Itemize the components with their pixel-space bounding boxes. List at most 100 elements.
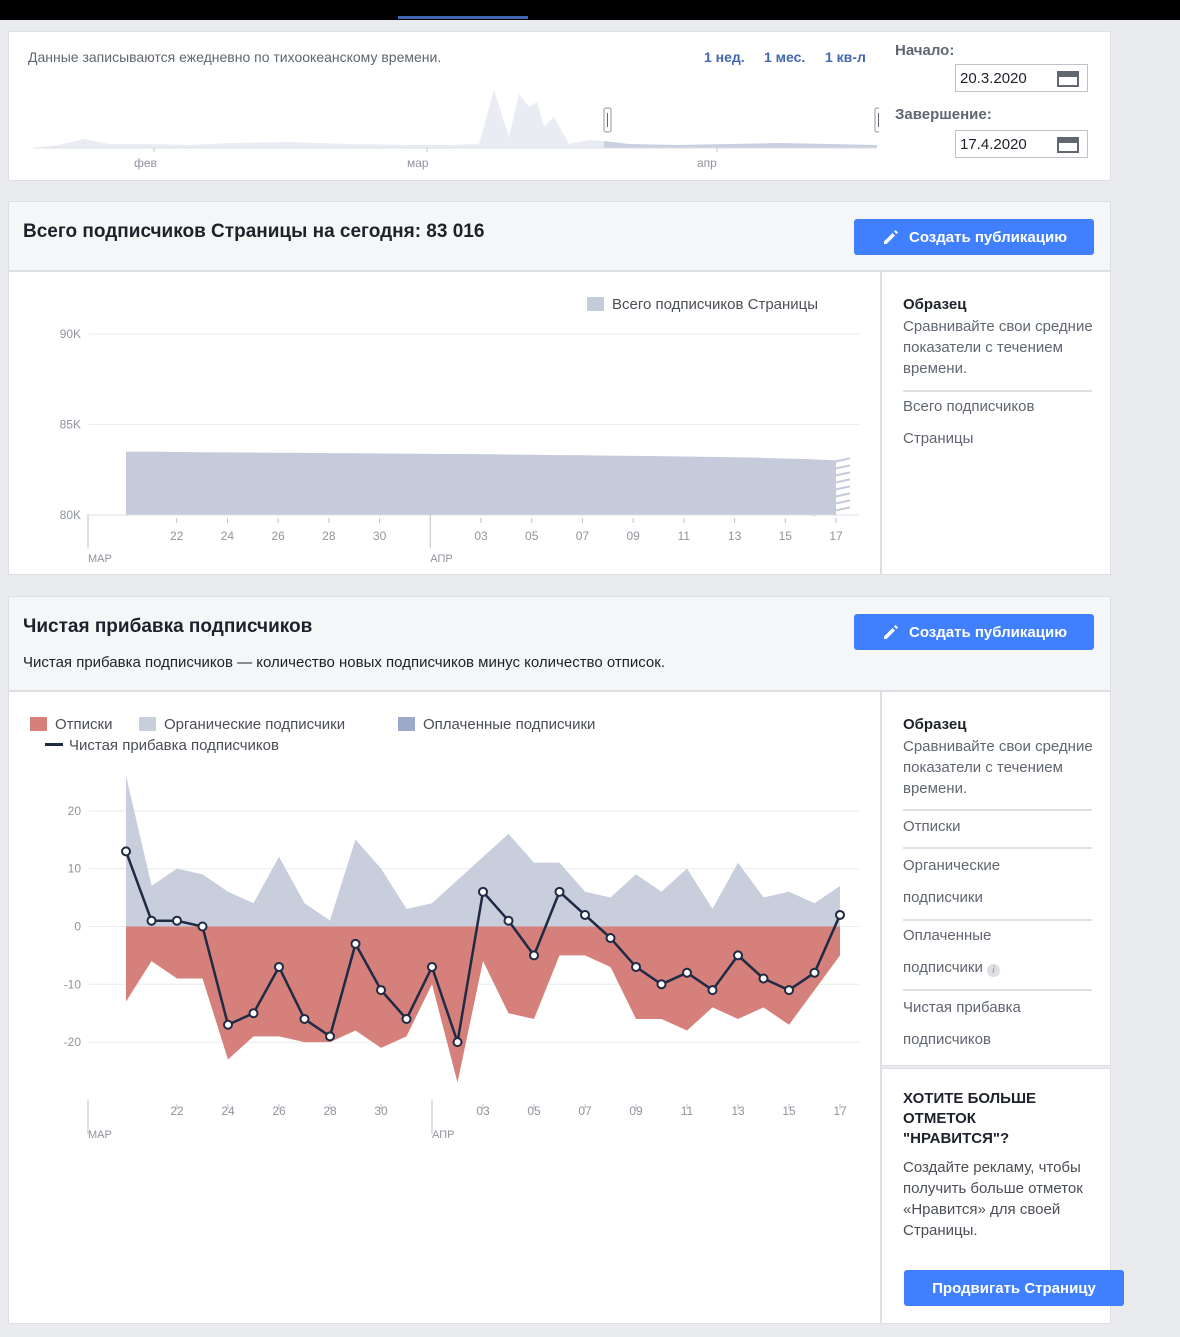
create-post-button[interactable]: Создать публикацию	[854, 614, 1094, 650]
y-tick-label: -20	[64, 1035, 82, 1049]
end-date-label: Завершение:	[895, 106, 992, 123]
x-tick-label: 07	[578, 1104, 592, 1118]
x-tick-label: 22	[170, 529, 184, 543]
followers-area	[126, 451, 836, 515]
total-followers-title: Всего подписчиков Страницы на сегодня: 8…	[23, 221, 485, 242]
sample-title: Образец	[903, 716, 967, 733]
top-bar	[0, 0, 1180, 20]
x-tick-label: 24	[221, 1104, 235, 1118]
calendar-icon[interactable]	[1057, 137, 1079, 153]
net-gain-point	[580, 909, 590, 920]
y-tick-label: 85K	[60, 418, 81, 432]
create-post-label: Создать публикацию	[909, 623, 1067, 641]
sparkline-selected-area	[604, 141, 877, 148]
net-gain-point	[452, 1037, 463, 1048]
side-divider	[903, 847, 1092, 849]
total-followers-chart: 80K 85K 90K 22 24 26 28 30 03 05 07 09 11 13 15 17 МАР АП…	[60, 327, 859, 565]
net-gain-point	[299, 1013, 310, 1024]
start-date-label: Начало:	[895, 42, 955, 59]
calendar-icon[interactable]	[1057, 71, 1079, 87]
sample-title: Образец	[903, 296, 967, 313]
x-tick-label: 17	[833, 1104, 847, 1118]
metric-net-gain-1[interactable]: Чистая прибавка	[903, 997, 1021, 1018]
info-icon[interactable]: i	[987, 964, 1001, 977]
metric-total-followers-1[interactable]: Всего подписчиков	[903, 396, 1034, 417]
y-tick-label: 80K	[60, 508, 81, 522]
total-followers-header: Всего подписчиков Страницы на сегодня: 8…	[8, 201, 1111, 271]
promote-page-button[interactable]: Продвигать Страницу	[904, 1270, 1124, 1306]
net-gain-point	[835, 909, 845, 920]
unfollows-area	[126, 926, 840, 1083]
month-label-apr: апр	[697, 156, 717, 170]
start-date-input[interactable]: 20.3.2020	[955, 64, 1088, 92]
y-tick-label: 10	[68, 862, 82, 876]
net-gain-point	[121, 846, 131, 857]
net-gain-point	[401, 1013, 412, 1024]
metric-total-followers-2[interactable]: Страницы	[903, 428, 973, 449]
net-gain-point	[784, 985, 794, 996]
net-gain-point	[172, 915, 182, 926]
metric-organic-1[interactable]: Органические	[903, 855, 1000, 876]
x-tick-label: 26	[272, 1104, 286, 1118]
month-label-feb: фев	[134, 156, 157, 170]
net-gain-point	[682, 967, 692, 978]
net-gain-point	[274, 961, 284, 972]
net-gain-point	[707, 985, 718, 996]
metric-unfollows[interactable]: Отписки	[903, 816, 960, 837]
net-gain-point	[248, 1008, 259, 1019]
metric-organic-2[interactable]: подписчики	[903, 887, 983, 908]
net-gain-subtitle: Чистая прибавка подписчиков — количество…	[23, 654, 665, 671]
x-tick-label: 09	[629, 1104, 643, 1118]
timezone-note: Данные записываются ежедневно по тихооке…	[28, 49, 442, 65]
create-post-button[interactable]: Создать публикацию	[854, 219, 1094, 255]
x-tick-label: 13	[728, 529, 742, 543]
promo-text: Создайте рекламу, чтобы получить больше …	[903, 1159, 1083, 1239]
net-gain-point	[656, 979, 667, 990]
start-date-value: 20.3.2020	[960, 70, 1027, 87]
month-label: АПР	[432, 1129, 454, 1141]
x-tick-label: 24	[221, 529, 235, 543]
x-tick-label: 22	[170, 1104, 184, 1118]
x-tick-label: 30	[374, 1104, 388, 1118]
net-gain-point	[350, 938, 361, 949]
net-gain-point	[631, 961, 641, 972]
net-gain-point	[478, 886, 488, 897]
net-gain-point	[223, 1019, 233, 1030]
month-label: МАР	[88, 1129, 112, 1141]
promo-title: ХОТИТЕ БОЛЬШЕ ОТМЕТОК "НРАВИТСЯ"?	[903, 1090, 1037, 1147]
x-tick-label: 26	[271, 529, 285, 543]
create-post-label: Создать публикацию	[909, 228, 1067, 246]
y-tick-label: 0	[74, 920, 81, 934]
x-tick-label: 17	[829, 529, 843, 543]
range-1-quarter[interactable]: 1 кв-л	[825, 49, 866, 65]
end-date-input[interactable]: 17.4.2020	[955, 130, 1088, 158]
pencil-icon	[884, 230, 898, 244]
net-gain-point	[605, 933, 616, 944]
net-gain-point	[427, 961, 437, 972]
promote-panel: ХОТИТЕ БОЛЬШЕ ОТМЕТОК "НРАВИТСЯ"? Создай…	[881, 1068, 1124, 1324]
x-tick-label: 03	[474, 529, 488, 543]
metric-paid-1[interactable]: Оплаченные	[903, 925, 991, 946]
side-divider	[903, 919, 1092, 921]
total-followers-chart-card: Всего подписчиков Страницы 80K 85K 90K 22 24…	[8, 271, 881, 575]
month-label: АПР	[430, 553, 452, 565]
x-tick-label: 15	[782, 1104, 796, 1118]
net-gain-point	[758, 973, 769, 984]
net-gain-point	[529, 950, 539, 961]
date-filter-card: Данные записываются ежедневно по тихооке…	[8, 31, 1111, 181]
range-1-week[interactable]: 1 нед.	[704, 49, 745, 65]
metric-net-gain-2[interactable]: подписчиков	[903, 1029, 991, 1050]
side-divider	[903, 989, 1092, 991]
x-tick-label: 05	[527, 1104, 541, 1118]
x-tick-label: 11	[681, 1104, 694, 1118]
net-gain-title: Чистая прибавка подписчиков	[23, 616, 313, 637]
x-tick-label: 28	[322, 529, 336, 543]
x-tick-label: 03	[476, 1104, 490, 1118]
y-tick-label: 90K	[60, 327, 81, 341]
x-tick-label: 11	[678, 529, 691, 543]
side-divider	[903, 809, 1092, 811]
metric-paid-2[interactable]: подписчики i	[903, 957, 1001, 978]
x-tick-label: 13	[731, 1104, 745, 1118]
end-date-value: 17.4.2020	[960, 136, 1027, 153]
range-1-month[interactable]: 1 мес.	[764, 49, 805, 65]
